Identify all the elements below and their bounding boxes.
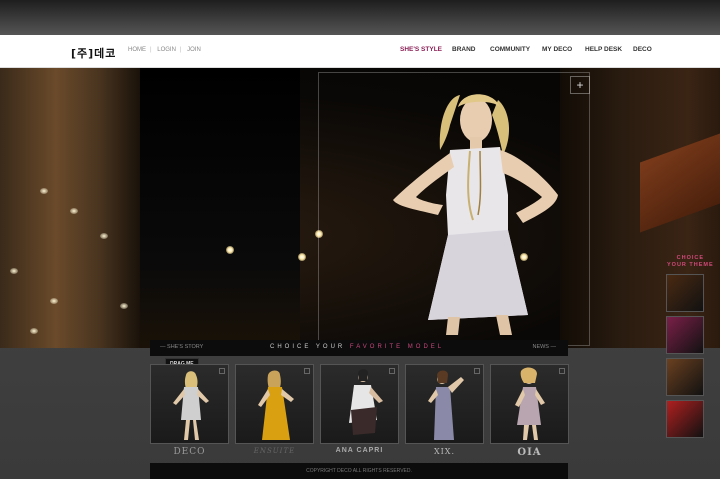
model-figure [428, 370, 464, 440]
choice-theme-label: CHOICE YOUR THEME [667, 255, 714, 268]
model-card-xix[interactable] [405, 364, 484, 444]
nav-help-desk[interactable]: HELP DESK [585, 46, 622, 53]
shes-story-link[interactable]: — SHE'S STORY [160, 344, 203, 350]
brand-label-ensuite[interactable]: ENSUITE [235, 447, 314, 455]
theme-thumb[interactable] [666, 316, 704, 354]
news-link[interactable]: NEWS — [532, 344, 556, 350]
nav-my-deco[interactable]: MY DECO [542, 46, 572, 53]
site-logo[interactable]: [주]데코 [71, 45, 116, 61]
model-figure [173, 371, 209, 440]
model-card-ana-capri[interactable] [320, 364, 399, 444]
model-figure [515, 367, 545, 440]
featured-model [393, 94, 558, 335]
nav-shes-style[interactable]: SHE'S STYLE [400, 46, 442, 53]
corner-icon [389, 368, 395, 374]
model-figure [349, 369, 383, 435]
brand-label-oia[interactable]: OIA [490, 447, 569, 458]
brand-label-ana-capri[interactable]: ANA CAPRI [320, 447, 399, 454]
theme-thumb[interactable] [666, 358, 704, 396]
choice-bar: — SHE'S STORY CHOICE YOUR FAVORITE MODEL… [150, 340, 568, 356]
nav-community[interactable]: COMMUNITY [490, 46, 530, 53]
corner-icon [559, 368, 565, 374]
street-lamp [226, 246, 234, 254]
theme-selector [666, 274, 704, 442]
footer-copyright: COPYRIGHT DECO ALL RIGHTS RESERVED. [150, 463, 568, 479]
model-selector: DECO ENSUITE ANA CAPRI XIX. OIA [150, 364, 569, 460]
model-card-oia[interactable] [490, 364, 569, 444]
model-figure [258, 370, 294, 440]
top-frame [0, 0, 720, 35]
theme-thumb[interactable] [666, 274, 704, 312]
corner-icon [304, 368, 310, 374]
login-link[interactable]: LOGIN [157, 47, 176, 53]
street-lamp [298, 253, 306, 261]
utility-links: HOME | LOGIN | JOIN [128, 47, 201, 53]
brand-label-deco[interactable]: DECO [150, 447, 229, 457]
corner-icon [474, 368, 480, 374]
home-link[interactable]: HOME [128, 47, 146, 53]
expand-button[interactable]: + [570, 76, 590, 94]
site-header: [주]데코 HOME | LOGIN | JOIN SHE'S STYLE BRAN… [0, 35, 720, 68]
night-sky [140, 68, 300, 348]
model-card-deco[interactable] [150, 364, 229, 444]
corner-icon [219, 368, 225, 374]
nav-brand[interactable]: BRAND [452, 46, 475, 53]
choice-title: CHOICE YOUR FAVORITE MODEL [270, 344, 445, 350]
brand-label-xix[interactable]: XIX. [405, 447, 484, 456]
join-link[interactable]: JOIN [187, 47, 201, 53]
nav-deco[interactable]: DECO [633, 46, 652, 53]
building-left [0, 68, 140, 348]
theme-thumb[interactable] [666, 400, 704, 438]
model-card-ensuite[interactable] [235, 364, 314, 444]
